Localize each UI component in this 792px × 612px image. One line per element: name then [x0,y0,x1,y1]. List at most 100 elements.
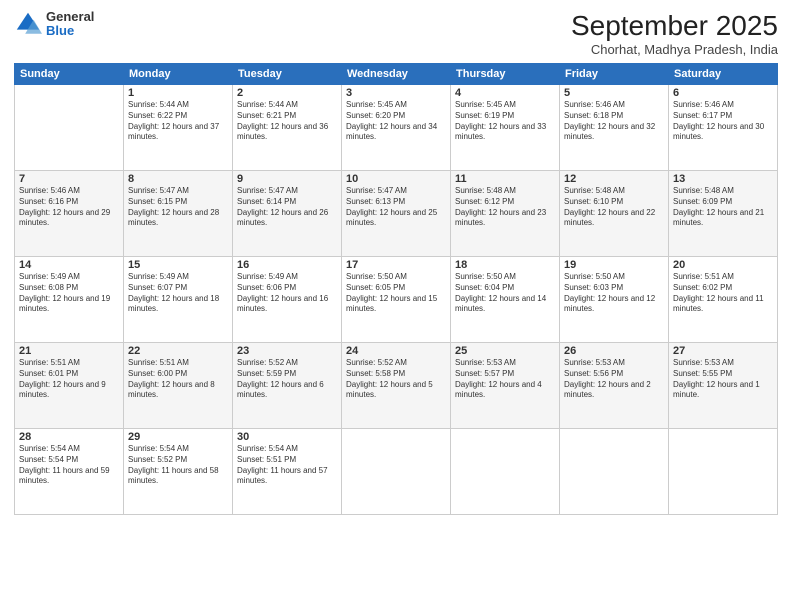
day-number: 23 [237,345,337,357]
header-saturday: Saturday [669,64,778,85]
day-info: Sunrise: 5:54 AM Sunset: 5:52 PM Dayligh… [128,444,228,487]
table-row: 7Sunrise: 5:46 AM Sunset: 6:16 PM Daylig… [15,171,124,257]
day-number: 3 [346,87,446,99]
day-number: 4 [455,87,555,99]
day-info: Sunrise: 5:49 AM Sunset: 6:07 PM Dayligh… [128,272,228,315]
day-info: Sunrise: 5:48 AM Sunset: 6:12 PM Dayligh… [455,186,555,229]
logo-blue-text: Blue [46,24,94,38]
calendar-week-row: 21Sunrise: 5:51 AM Sunset: 6:01 PM Dayli… [15,343,778,429]
day-info: Sunrise: 5:49 AM Sunset: 6:06 PM Dayligh… [237,272,337,315]
day-number: 7 [19,173,119,185]
day-number: 9 [237,173,337,185]
day-number: 27 [673,345,773,357]
table-row: 21Sunrise: 5:51 AM Sunset: 6:01 PM Dayli… [15,343,124,429]
table-row [15,85,124,171]
day-number: 21 [19,345,119,357]
day-number: 16 [237,259,337,271]
calendar-week-row: 28Sunrise: 5:54 AM Sunset: 5:54 PM Dayli… [15,429,778,515]
table-row: 3Sunrise: 5:45 AM Sunset: 6:20 PM Daylig… [342,85,451,171]
day-info: Sunrise: 5:48 AM Sunset: 6:09 PM Dayligh… [673,186,773,229]
table-row [451,429,560,515]
header-tuesday: Tuesday [233,64,342,85]
table-row: 2Sunrise: 5:44 AM Sunset: 6:21 PM Daylig… [233,85,342,171]
day-number: 20 [673,259,773,271]
table-row: 9Sunrise: 5:47 AM Sunset: 6:14 PM Daylig… [233,171,342,257]
day-info: Sunrise: 5:46 AM Sunset: 6:16 PM Dayligh… [19,186,119,229]
day-info: Sunrise: 5:47 AM Sunset: 6:14 PM Dayligh… [237,186,337,229]
day-info: Sunrise: 5:53 AM Sunset: 5:57 PM Dayligh… [455,358,555,401]
day-number: 15 [128,259,228,271]
table-row: 18Sunrise: 5:50 AM Sunset: 6:04 PM Dayli… [451,257,560,343]
calendar-week-row: 7Sunrise: 5:46 AM Sunset: 6:16 PM Daylig… [15,171,778,257]
table-row: 6Sunrise: 5:46 AM Sunset: 6:17 PM Daylig… [669,85,778,171]
day-number: 10 [346,173,446,185]
table-row: 22Sunrise: 5:51 AM Sunset: 6:00 PM Dayli… [124,343,233,429]
table-row [560,429,669,515]
header-monday: Monday [124,64,233,85]
logo-general-text: General [46,10,94,24]
day-number: 6 [673,87,773,99]
logo-text: General Blue [46,10,94,39]
day-info: Sunrise: 5:53 AM Sunset: 5:56 PM Dayligh… [564,358,664,401]
day-info: Sunrise: 5:54 AM Sunset: 5:51 PM Dayligh… [237,444,337,487]
subtitle: Chorhat, Madhya Pradesh, India [571,42,778,57]
day-number: 29 [128,431,228,443]
title-block: September 2025 Chorhat, Madhya Pradesh, … [571,10,778,57]
logo: General Blue [14,10,94,39]
calendar: Sunday Monday Tuesday Wednesday Thursday… [14,63,778,515]
header-thursday: Thursday [451,64,560,85]
day-number: 5 [564,87,664,99]
table-row: 30Sunrise: 5:54 AM Sunset: 5:51 PM Dayli… [233,429,342,515]
table-row: 26Sunrise: 5:53 AM Sunset: 5:56 PM Dayli… [560,343,669,429]
table-row: 13Sunrise: 5:48 AM Sunset: 6:09 PM Dayli… [669,171,778,257]
day-info: Sunrise: 5:52 AM Sunset: 5:59 PM Dayligh… [237,358,337,401]
day-number: 26 [564,345,664,357]
day-info: Sunrise: 5:51 AM Sunset: 6:01 PM Dayligh… [19,358,119,401]
day-info: Sunrise: 5:50 AM Sunset: 6:04 PM Dayligh… [455,272,555,315]
table-row: 28Sunrise: 5:54 AM Sunset: 5:54 PM Dayli… [15,429,124,515]
day-info: Sunrise: 5:45 AM Sunset: 6:20 PM Dayligh… [346,100,446,143]
table-row: 4Sunrise: 5:45 AM Sunset: 6:19 PM Daylig… [451,85,560,171]
table-row: 20Sunrise: 5:51 AM Sunset: 6:02 PM Dayli… [669,257,778,343]
day-info: Sunrise: 5:47 AM Sunset: 6:15 PM Dayligh… [128,186,228,229]
day-number: 28 [19,431,119,443]
table-row: 10Sunrise: 5:47 AM Sunset: 6:13 PM Dayli… [342,171,451,257]
table-row: 29Sunrise: 5:54 AM Sunset: 5:52 PM Dayli… [124,429,233,515]
day-number: 17 [346,259,446,271]
day-info: Sunrise: 5:51 AM Sunset: 6:00 PM Dayligh… [128,358,228,401]
day-number: 25 [455,345,555,357]
table-row [342,429,451,515]
day-number: 2 [237,87,337,99]
day-info: Sunrise: 5:51 AM Sunset: 6:02 PM Dayligh… [673,272,773,315]
day-info: Sunrise: 5:50 AM Sunset: 6:05 PM Dayligh… [346,272,446,315]
table-row: 14Sunrise: 5:49 AM Sunset: 6:08 PM Dayli… [15,257,124,343]
table-row: 8Sunrise: 5:47 AM Sunset: 6:15 PM Daylig… [124,171,233,257]
day-number: 18 [455,259,555,271]
table-row: 1Sunrise: 5:44 AM Sunset: 6:22 PM Daylig… [124,85,233,171]
table-row: 5Sunrise: 5:46 AM Sunset: 6:18 PM Daylig… [560,85,669,171]
weekday-header-row: Sunday Monday Tuesday Wednesday Thursday… [15,64,778,85]
day-info: Sunrise: 5:52 AM Sunset: 5:58 PM Dayligh… [346,358,446,401]
day-info: Sunrise: 5:44 AM Sunset: 6:21 PM Dayligh… [237,100,337,143]
calendar-week-row: 1Sunrise: 5:44 AM Sunset: 6:22 PM Daylig… [15,85,778,171]
day-number: 13 [673,173,773,185]
day-number: 12 [564,173,664,185]
day-info: Sunrise: 5:48 AM Sunset: 6:10 PM Dayligh… [564,186,664,229]
day-info: Sunrise: 5:47 AM Sunset: 6:13 PM Dayligh… [346,186,446,229]
day-number: 30 [237,431,337,443]
day-info: Sunrise: 5:45 AM Sunset: 6:19 PM Dayligh… [455,100,555,143]
day-info: Sunrise: 5:46 AM Sunset: 6:17 PM Dayligh… [673,100,773,143]
month-title: September 2025 [571,10,778,42]
day-number: 22 [128,345,228,357]
day-number: 24 [346,345,446,357]
table-row: 23Sunrise: 5:52 AM Sunset: 5:59 PM Dayli… [233,343,342,429]
day-info: Sunrise: 5:44 AM Sunset: 6:22 PM Dayligh… [128,100,228,143]
header: General Blue September 2025 Chorhat, Mad… [14,10,778,57]
table-row: 27Sunrise: 5:53 AM Sunset: 5:55 PM Dayli… [669,343,778,429]
table-row: 19Sunrise: 5:50 AM Sunset: 6:03 PM Dayli… [560,257,669,343]
day-number: 1 [128,87,228,99]
day-info: Sunrise: 5:46 AM Sunset: 6:18 PM Dayligh… [564,100,664,143]
table-row: 25Sunrise: 5:53 AM Sunset: 5:57 PM Dayli… [451,343,560,429]
day-number: 14 [19,259,119,271]
day-number: 8 [128,173,228,185]
